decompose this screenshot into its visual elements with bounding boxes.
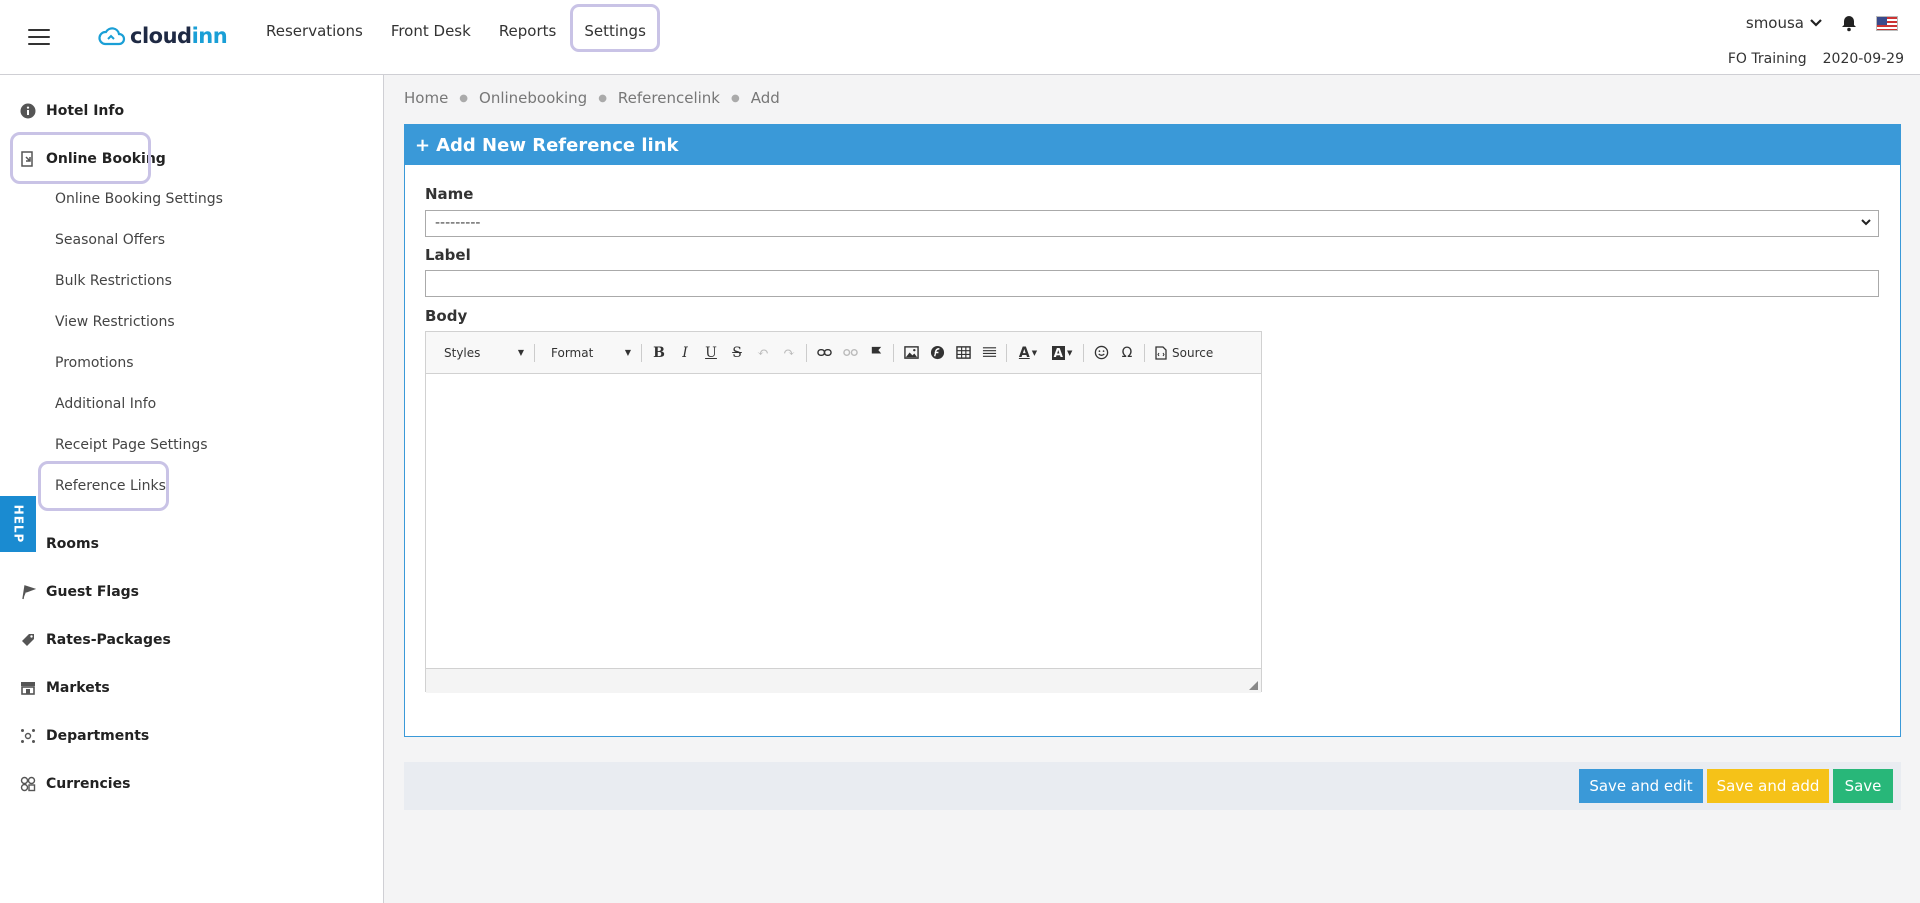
tag-icon bbox=[20, 632, 36, 648]
undo-icon[interactable]: ↶ bbox=[750, 340, 776, 366]
session-info: FO Training 2020-09-29 bbox=[1728, 51, 1904, 67]
store-icon bbox=[20, 680, 36, 696]
resize-grip-icon[interactable] bbox=[1249, 681, 1258, 690]
background-color-icon[interactable]: A ▼ bbox=[1045, 340, 1079, 366]
image-icon[interactable] bbox=[898, 340, 924, 366]
label-input[interactable] bbox=[425, 270, 1879, 297]
name-label: Name bbox=[425, 185, 474, 203]
sidebar-item-label: Rooms bbox=[46, 536, 99, 552]
sidebar-item-markets[interactable]: Markets bbox=[20, 676, 110, 700]
save-and-add-button[interactable]: Save and add bbox=[1707, 769, 1829, 803]
help-tab[interactable]: HELP bbox=[0, 496, 36, 552]
source-icon bbox=[1155, 345, 1167, 360]
source-button[interactable]: Source bbox=[1149, 340, 1219, 366]
caret-down-icon: ▼ bbox=[624, 348, 631, 357]
sidebar-item-label: Currencies bbox=[46, 776, 131, 792]
form-actions: Save and edit Save and add Save bbox=[404, 762, 1901, 810]
sidebar-subitem-bulk-restrictions[interactable]: Bulk Restrictions bbox=[55, 270, 172, 292]
breadcrumb: Home ● Onlinebooking ● Referencelink ● A… bbox=[404, 89, 780, 107]
table-icon[interactable] bbox=[950, 340, 976, 366]
booking-icon bbox=[20, 151, 36, 167]
sidebar-item-online-booking[interactable]: Online Booking bbox=[20, 147, 166, 171]
save-and-edit-button[interactable]: Save and edit bbox=[1579, 769, 1703, 803]
body-label: Body bbox=[425, 307, 468, 325]
bold-icon[interactable]: B bbox=[646, 340, 672, 366]
sidebar-item-label: Markets bbox=[46, 680, 110, 696]
sidebar-subitem-promotions[interactable]: Promotions bbox=[55, 352, 134, 374]
panel-title: Add New Reference link bbox=[436, 134, 679, 156]
caret-down-icon: ▼ bbox=[517, 348, 524, 357]
currency-icon bbox=[20, 776, 36, 792]
flash-icon[interactable] bbox=[924, 340, 950, 366]
sidebar-item-label: Guest Flags bbox=[46, 584, 140, 600]
anchor-flag-icon[interactable] bbox=[863, 340, 889, 366]
sidebar-subitem-additional-info[interactable]: Additional Info bbox=[55, 393, 156, 415]
business-date: 2020-09-29 bbox=[1822, 51, 1904, 67]
breadcrumb-current: Add bbox=[750, 89, 780, 107]
user-name: smousa bbox=[1745, 14, 1804, 32]
top-navigation: Reservations Front Desk Reports Settings bbox=[252, 4, 660, 52]
user-menu[interactable]: smousa bbox=[1746, 14, 1822, 32]
sidebar-subitem-online-booking-settings[interactable]: Online Booking Settings bbox=[55, 188, 223, 210]
chevron-down-icon bbox=[1810, 19, 1822, 27]
nav-reservations[interactable]: Reservations bbox=[252, 10, 377, 52]
name-select-value: --------- bbox=[435, 215, 481, 231]
special-character-icon[interactable]: Ω bbox=[1114, 340, 1140, 366]
sidebar-item-label: Hotel Info bbox=[46, 103, 125, 119]
notification-bell-icon[interactable] bbox=[1840, 14, 1858, 32]
property-name: FO Training bbox=[1727, 51, 1807, 67]
format-dropdown[interactable]: Format ▼ bbox=[539, 340, 637, 366]
sidebar-item-departments[interactable]: Departments bbox=[20, 724, 149, 748]
us-flag-icon[interactable] bbox=[1876, 15, 1898, 31]
panel-header: + Add New Reference link bbox=[405, 125, 1900, 165]
styles-dropdown[interactable]: Styles ▼ bbox=[432, 340, 530, 366]
breadcrumb-onlinebooking[interactable]: Onlinebooking bbox=[479, 89, 587, 107]
text-color-icon[interactable]: A ▼ bbox=[1011, 340, 1045, 366]
top-bar: cloudinn Reservations Front Desk Reports… bbox=[0, 0, 1920, 75]
info-icon bbox=[20, 103, 36, 119]
sidebar: Hotel Info Online Booking Online Booking… bbox=[0, 75, 384, 903]
menu-toggle-icon[interactable] bbox=[28, 29, 50, 45]
plus-icon: + bbox=[415, 134, 431, 156]
sidebar-item-label: Rates-Packages bbox=[46, 632, 171, 648]
nav-reports[interactable]: Reports bbox=[485, 10, 571, 52]
departments-icon bbox=[20, 728, 36, 744]
cloud-logo-icon bbox=[98, 27, 126, 46]
sidebar-item-hotel-info[interactable]: Hotel Info bbox=[20, 99, 124, 123]
sidebar-item-rates-packages[interactable]: Rates-Packages bbox=[20, 628, 171, 652]
brand-logo[interactable]: cloudinn bbox=[98, 22, 228, 50]
breadcrumb-home[interactable]: Home bbox=[404, 89, 448, 107]
sidebar-item-label: Departments bbox=[46, 728, 150, 744]
sidebar-item-currencies[interactable]: Currencies bbox=[20, 772, 130, 796]
editor-footer bbox=[426, 668, 1261, 693]
sidebar-item-guest-flags[interactable]: Guest Flags bbox=[20, 580, 139, 604]
name-select[interactable]: --------- bbox=[425, 210, 1879, 237]
sidebar-subitem-view-restrictions[interactable]: View Restrictions bbox=[55, 311, 175, 333]
flag-icon bbox=[20, 584, 36, 600]
rich-text-editor: Styles ▼ Format ▼ B I U S ↶ ↷ A ▼ A ▼ Ω … bbox=[425, 331, 1262, 693]
nav-front-desk[interactable]: Front Desk bbox=[377, 10, 485, 52]
sidebar-subitem-reference-links[interactable]: Reference Links bbox=[55, 475, 166, 497]
editor-toolbar: Styles ▼ Format ▼ B I U S ↶ ↷ A ▼ A ▼ Ω … bbox=[426, 332, 1261, 374]
reference-link-form-panel: + Add New Reference link Name --------- … bbox=[404, 124, 1901, 737]
unlink-icon[interactable] bbox=[837, 340, 863, 366]
link-icon[interactable] bbox=[811, 340, 837, 366]
redo-icon[interactable]: ↷ bbox=[776, 340, 802, 366]
smiley-icon[interactable] bbox=[1088, 340, 1114, 366]
user-area: smousa bbox=[1746, 14, 1898, 32]
underline-icon[interactable]: U bbox=[698, 340, 724, 366]
nav-settings[interactable]: Settings bbox=[570, 4, 660, 52]
sidebar-subitem-seasonal-offers[interactable]: Seasonal Offers bbox=[55, 229, 165, 251]
sidebar-subitem-receipt-page-settings[interactable]: Receipt Page Settings bbox=[55, 434, 208, 456]
editor-content-area[interactable] bbox=[426, 374, 1261, 668]
label-label: Label bbox=[425, 246, 471, 264]
strikethrough-icon[interactable]: S bbox=[724, 340, 750, 366]
chevron-down-icon bbox=[1861, 219, 1871, 226]
horizontal-rule-icon[interactable] bbox=[976, 340, 1002, 366]
sidebar-item-label: Online Booking bbox=[46, 151, 166, 167]
breadcrumb-referencelink[interactable]: Referencelink bbox=[618, 89, 720, 107]
brand-name: cloudinn bbox=[130, 24, 228, 48]
italic-icon[interactable]: I bbox=[672, 340, 698, 366]
save-button[interactable]: Save bbox=[1833, 769, 1893, 803]
